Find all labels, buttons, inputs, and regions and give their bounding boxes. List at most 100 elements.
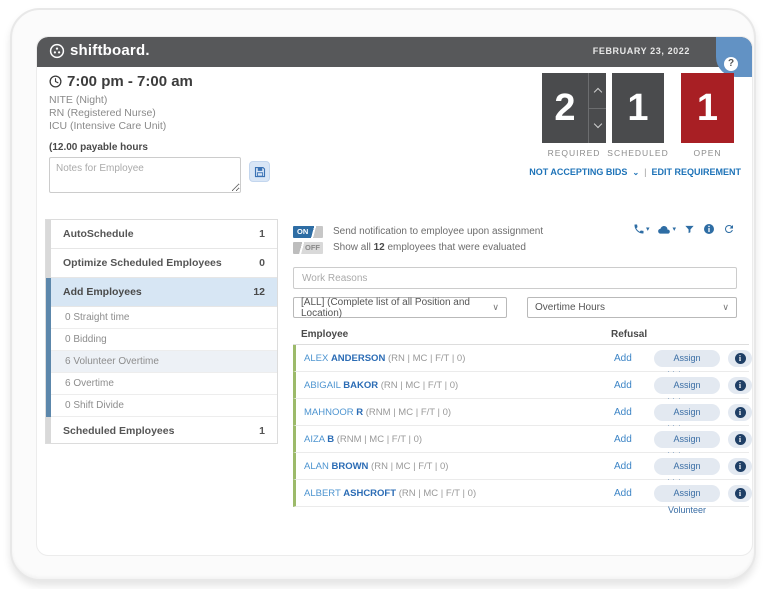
bids-caret-icon[interactable]: ⌄ bbox=[632, 168, 639, 177]
employee-info-button[interactable]: i bbox=[728, 485, 752, 502]
add-refusal-link[interactable]: Add bbox=[614, 407, 632, 418]
current-date: FEBRUARY 23, 2022 bbox=[592, 46, 690, 56]
assign-volunteer-button[interactable]: Assign Volunteer bbox=[654, 377, 720, 407]
employee-name[interactable]: AIZA B (RNM | MC | F/T | 0) bbox=[304, 434, 422, 445]
item-count: 12 bbox=[253, 286, 265, 298]
assign-volunteer-button[interactable]: Assign Volunteer bbox=[654, 431, 720, 461]
overtime-hours-select[interactable]: Overtime Hours ∨ bbox=[527, 297, 737, 318]
employee-name[interactable]: ALBERT ASHCROFT (RN | MC | F/T | 0) bbox=[304, 488, 476, 499]
show-all-toggle[interactable]: OFF bbox=[293, 241, 323, 254]
edit-requirement-link[interactable]: EDIT REQUIREMENT bbox=[651, 167, 741, 177]
phone-icon bbox=[634, 224, 644, 234]
item-count: 1 bbox=[259, 228, 265, 240]
schedule-sidebar: AutoSchedule 1 Optimize Scheduled Employ… bbox=[45, 219, 278, 444]
sidebar-subitem[interactable]: 6 Volunteer Overtime bbox=[51, 351, 277, 373]
employee-row: ALEX ANDERSON (RN | MC | F/T | 0) Add As… bbox=[293, 345, 752, 380]
stepper-up-button[interactable] bbox=[589, 73, 606, 109]
save-notes-button[interactable] bbox=[249, 161, 270, 182]
info-icon: i bbox=[734, 488, 746, 499]
info-button[interactable] bbox=[703, 223, 715, 235]
sidebar-subitem[interactable]: 0 Shift Divide bbox=[51, 395, 277, 417]
item-label: Scheduled Employees bbox=[63, 424, 175, 437]
work-reasons-input[interactable] bbox=[293, 267, 737, 289]
add-refusal-link[interactable]: Add bbox=[614, 461, 632, 472]
employee-name[interactable]: ALEX ANDERSON (RN | MC | F/T | 0) bbox=[304, 353, 465, 364]
info-icon bbox=[704, 224, 714, 234]
export-button[interactable]: ▾ bbox=[657, 224, 676, 235]
employee-info-button[interactable]: i bbox=[728, 458, 752, 475]
assign-volunteer-button[interactable]: Assign Volunteer bbox=[654, 485, 720, 515]
shiftboard-logo: shiftboard. bbox=[49, 42, 150, 59]
refresh-button[interactable] bbox=[723, 223, 735, 235]
phone-caret-icon: ▾ bbox=[645, 226, 650, 233]
item-label: Add Employees bbox=[63, 286, 142, 298]
notification-toggle-label: Send notification to employee upon assig… bbox=[333, 226, 544, 237]
assign-volunteer-button[interactable]: Assign Volunteer bbox=[654, 404, 720, 434]
employee-row: AIZA B (RNM | MC | F/T | 0) Add Assign V… bbox=[293, 426, 752, 461]
sidebar-subitem[interactable]: 6 Overtime bbox=[51, 373, 277, 395]
subitem-label: 6 Volunteer Overtime bbox=[65, 356, 159, 367]
link-separator: | bbox=[644, 167, 647, 177]
add-refusal-link[interactable]: Add bbox=[614, 434, 632, 445]
item-count: 0 bbox=[259, 257, 265, 269]
required-stepper[interactable] bbox=[588, 73, 606, 143]
shiftboard-logo-icon bbox=[49, 43, 65, 58]
info-icon: i bbox=[734, 380, 746, 391]
select-chevron-icon: ∨ bbox=[492, 302, 499, 312]
shift-time-text: 7:00 pm - 7:00 am bbox=[67, 73, 193, 90]
required-counter: 2 bbox=[542, 73, 606, 143]
save-icon bbox=[254, 166, 265, 177]
item-count: 1 bbox=[259, 424, 265, 437]
assign-volunteer-button[interactable]: Assign Volunteer bbox=[654, 350, 720, 380]
employee-name[interactable]: MAHNOOR R (RNM | MC | F/T | 0) bbox=[304, 407, 451, 418]
panel-toolbar: ▾ ▾ bbox=[633, 223, 735, 235]
subitem-label: 0 Straight time bbox=[65, 312, 130, 323]
sidebar-item-add-employees[interactable]: Add Employees 12 bbox=[51, 278, 277, 307]
filter-button[interactable] bbox=[684, 224, 695, 235]
cloud-icon bbox=[658, 225, 671, 234]
sidebar-item-optimize-scheduled-employees[interactable]: Optimize Scheduled Employees 0 bbox=[51, 249, 277, 278]
assign-volunteer-button[interactable]: Assign Volunteer bbox=[654, 458, 720, 488]
add-employees-panel: ON Send notification to employee upon as… bbox=[293, 219, 752, 519]
notes-for-employee-input[interactable] bbox=[49, 157, 241, 193]
payable-hours: (12.00 payable hours bbox=[49, 142, 148, 153]
app-screen: shiftboard. FEBRUARY 23, 2022 ? 7:00 pm … bbox=[36, 36, 753, 556]
requirement-links: NOT ACCEPTING BIDS ⌄ | EDIT REQUIREMENT bbox=[529, 167, 741, 177]
employee-info-button[interactable]: i bbox=[728, 404, 752, 421]
logo-text: shiftboard. bbox=[70, 42, 150, 59]
shift-unit: ICU (Intensive Care Unit) bbox=[49, 120, 167, 132]
sidebar-item-scheduled-employees[interactable]: Scheduled Employees 1 bbox=[51, 417, 277, 444]
chevron-down-icon bbox=[593, 120, 602, 129]
chevron-up-icon bbox=[593, 87, 602, 96]
employee-name[interactable]: ABIGAIL BAKOR (RN | MC | F/T | 0) bbox=[304, 380, 458, 391]
filter-icon bbox=[685, 225, 694, 233]
help-button[interactable]: ? bbox=[716, 37, 752, 77]
required-value: 2 bbox=[554, 86, 576, 129]
employee-row: ALAN BROWN (RN | MC | F/T | 0) Add Assig… bbox=[293, 453, 752, 488]
add-refusal-link[interactable]: Add bbox=[614, 488, 632, 499]
employee-row: ABIGAIL BAKOR (RN | MC | F/T | 0) Add As… bbox=[293, 372, 752, 407]
position-location-select[interactable]: [ALL] (Complete list of all Position and… bbox=[293, 296, 507, 319]
add-refusal-link[interactable]: Add bbox=[614, 353, 632, 364]
scheduled-label: SCHEDULED bbox=[607, 148, 669, 158]
position-location-value: [ALL] (Complete list of all Position and… bbox=[301, 296, 470, 319]
info-icon: i bbox=[734, 434, 746, 445]
stepper-down-button[interactable] bbox=[589, 109, 606, 144]
shift-time: 7:00 pm - 7:00 am bbox=[49, 73, 193, 90]
employee-info-button[interactable]: i bbox=[728, 350, 752, 367]
add-refusal-link[interactable]: Add bbox=[614, 380, 632, 391]
sidebar-subitem[interactable]: 0 Straight time bbox=[51, 307, 277, 329]
employee-info-button[interactable]: i bbox=[728, 377, 752, 394]
subitem-label: 6 Overtime bbox=[65, 378, 114, 389]
employee-info-button[interactable]: i bbox=[728, 431, 752, 448]
subitem-label: 0 Shift Divide bbox=[65, 400, 124, 411]
employee-name[interactable]: ALAN BROWN (RN | MC | F/T | 0) bbox=[304, 461, 448, 472]
item-label: AutoSchedule bbox=[63, 228, 134, 240]
notification-toggle[interactable]: ON bbox=[293, 225, 323, 238]
sidebar-subitem[interactable]: 0 Bidding bbox=[51, 329, 277, 351]
phone-button[interactable]: ▾ bbox=[633, 223, 650, 235]
not-accepting-bids-link[interactable]: NOT ACCEPTING BIDS bbox=[529, 167, 627, 177]
open-label: OPEN bbox=[693, 148, 722, 158]
overtime-hours-value: Overtime Hours bbox=[535, 302, 606, 313]
sidebar-item-autoschedule[interactable]: AutoSchedule 1 bbox=[51, 220, 277, 249]
